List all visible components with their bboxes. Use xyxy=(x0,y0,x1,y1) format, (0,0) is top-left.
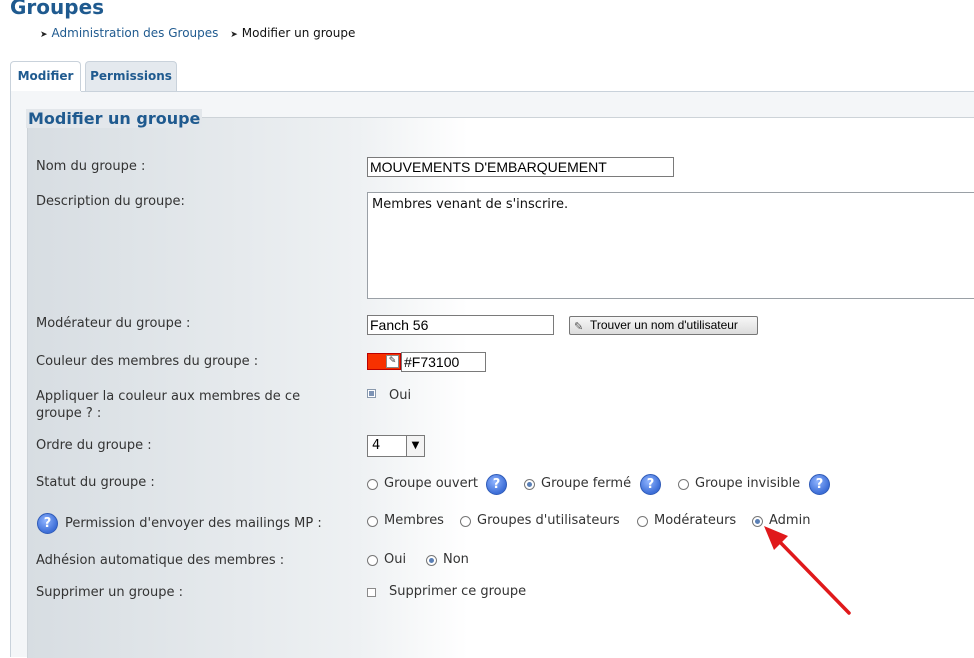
mailing-option-admin-label: Admin xyxy=(769,513,811,528)
description-textarea[interactable]: Membres venant de s'inscrire. xyxy=(367,192,974,299)
color-input[interactable]: #F73100 xyxy=(401,352,486,372)
breadcrumb-item-admin-groups[interactable]: ➤ Administration des Groupes xyxy=(40,26,218,40)
auto-join-option-no-label: Non xyxy=(443,552,469,567)
delete-group-option-label: Supprimer ce groupe xyxy=(389,584,527,599)
mailing-option-moderators-label: Modérateurs xyxy=(654,513,737,528)
auto-join-option-yes-label: Oui xyxy=(384,552,407,567)
help-icon[interactable]: ? xyxy=(37,513,58,534)
page-title: Groupes xyxy=(10,0,105,19)
mailing-option-members-label: Membres xyxy=(384,513,444,528)
group-name-input[interactable]: MOUVEMENTS D'EMBARQUEMENT xyxy=(367,157,674,177)
auto-join-label: Adhésion automatique des membres : xyxy=(36,553,285,568)
color-picker-icon[interactable]: ✎ xyxy=(386,355,399,368)
dropdown-arrow-icon[interactable]: ▼ xyxy=(406,436,424,456)
breadcrumb: ➤ Administration des Groupes ➤ Modifier un… xyxy=(40,26,363,40)
order-select[interactable]: 4 ▼ xyxy=(367,435,425,457)
description-label: Description du groupe: xyxy=(36,194,185,209)
mailing-radio-admin[interactable] xyxy=(752,516,763,527)
mailing-radio-moderators[interactable] xyxy=(637,516,648,527)
status-radio-invisible[interactable] xyxy=(678,479,689,490)
find-username-button[interactable]: ✎ Trouver un nom d'utilisateur xyxy=(569,316,758,335)
help-icon[interactable]: ? xyxy=(640,474,661,495)
delete-group-label: Supprimer un groupe : xyxy=(36,585,183,600)
color-swatch[interactable]: ✎ xyxy=(367,353,401,370)
auto-join-radio-yes[interactable] xyxy=(367,555,378,566)
status-option-open-label: Groupe ouvert xyxy=(384,476,479,491)
apply-color-checkbox[interactable] xyxy=(367,389,376,398)
status-option-invisible-label: Groupe invisible xyxy=(695,476,801,491)
status-label: Statut du groupe : xyxy=(36,475,155,490)
tab-modifier[interactable]: Modifier xyxy=(10,61,81,92)
pencil-icon: ✎ xyxy=(574,321,584,333)
breadcrumb-item-edit-group: ➤ Modifier un groupe xyxy=(230,26,355,40)
mailing-permission-label: Permission d'envoyer des mailings MP : xyxy=(65,516,322,531)
breadcrumb-arrow-icon: ➤ xyxy=(230,30,238,40)
tab-divider xyxy=(81,91,974,92)
apply-color-option-label: Oui xyxy=(389,388,412,403)
status-radio-open[interactable] xyxy=(367,479,378,490)
status-option-closed-label: Groupe fermé xyxy=(541,476,632,491)
breadcrumb-current-label: Modifier un groupe xyxy=(241,26,356,40)
help-icon[interactable]: ? xyxy=(486,474,507,495)
auto-join-radio-no[interactable] xyxy=(426,555,437,566)
moderator-input[interactable]: Fanch 56 xyxy=(367,315,554,335)
order-select-value: 4 xyxy=(372,438,381,453)
order-label: Ordre du groupe : xyxy=(36,438,152,453)
mailing-option-user-groups-label: Groupes d'utilisateurs xyxy=(477,513,620,528)
color-label: Couleur des membres du groupe : xyxy=(36,354,259,369)
status-radio-closed[interactable] xyxy=(524,479,535,490)
breadcrumb-link-label[interactable]: Administration des Groupes xyxy=(52,26,219,40)
group-name-label: Nom du groupe : xyxy=(36,159,146,174)
delete-group-checkbox[interactable] xyxy=(367,588,376,597)
form-legend: Modifier un groupe xyxy=(26,109,203,128)
mailing-radio-user-groups[interactable] xyxy=(460,516,471,527)
tab-permissions[interactable]: Permissions xyxy=(85,61,177,91)
mailing-radio-members[interactable] xyxy=(367,516,378,527)
help-icon[interactable]: ? xyxy=(809,474,830,495)
moderator-label: Modérateur du groupe : xyxy=(36,316,191,331)
apply-color-label: Appliquer la couleur aux membres de ce g… xyxy=(36,389,301,421)
find-username-button-label: Trouver un nom d'utilisateur xyxy=(590,318,738,332)
breadcrumb-arrow-icon: ➤ xyxy=(40,30,48,40)
